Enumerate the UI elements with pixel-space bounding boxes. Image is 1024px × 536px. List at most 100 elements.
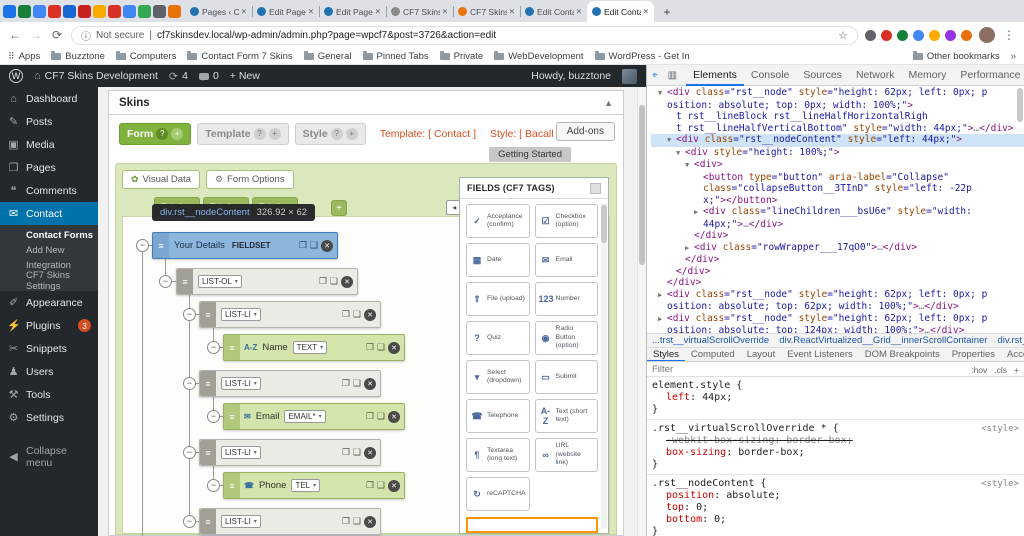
addons-button[interactable]: Add-ons xyxy=(556,122,615,141)
help-badge-icon[interactable]: ? xyxy=(254,128,266,140)
collapse-node-icon[interactable]: − xyxy=(136,239,149,252)
pinned-tab-icon[interactable] xyxy=(63,5,76,18)
duplicate-icon[interactable]: ❏ xyxy=(353,378,361,389)
field-tag-button[interactable]: ✓ Acceptance (confirm) xyxy=(466,204,530,238)
styles-pane-tab[interactable]: Event Listeners xyxy=(781,347,858,362)
bookmark-folder[interactable]: WordPress - Get In xyxy=(595,51,690,62)
tag-select[interactable]: LIST-LI▾ xyxy=(221,446,261,459)
cls-toggle[interactable]: .cls xyxy=(994,365,1007,375)
submenu-item[interactable]: Add New xyxy=(0,243,98,258)
duplicate-icon[interactable]: ❏ xyxy=(377,342,385,353)
browser-tab[interactable]: Edit Page ‹ CF7 Ski ✕ xyxy=(319,1,386,22)
devtools-tab[interactable]: Performance xyxy=(953,65,1024,86)
copy-icon[interactable]: ❐ xyxy=(319,276,327,287)
collapse-menu-button[interactable]: ◀ Collapse menu xyxy=(0,445,98,468)
style-mode-button[interactable]: Style ? + xyxy=(295,123,366,145)
tab-close-icon[interactable]: ✕ xyxy=(308,7,314,16)
field-tag-button[interactable]: ? Quiz xyxy=(466,321,530,355)
help-badge-icon[interactable]: ? xyxy=(156,128,168,140)
new-content-menu[interactable]: + New xyxy=(230,70,260,82)
pinned-tab-icon[interactable] xyxy=(48,5,61,18)
add-badge-icon[interactable]: + xyxy=(346,128,358,140)
collapse-node-icon[interactable]: − xyxy=(159,275,172,288)
delete-icon[interactable]: ✕ xyxy=(321,240,333,252)
tab-close-icon[interactable]: ✕ xyxy=(509,7,515,16)
tag-select[interactable]: LIST-LI▾ xyxy=(221,308,261,321)
dom-scrollbar[interactable] xyxy=(1017,88,1023,331)
tab-close-icon[interactable]: ✕ xyxy=(375,7,381,16)
add-badge-icon[interactable]: + xyxy=(269,128,281,140)
howdy-menu[interactable]: Howdy, buzztone xyxy=(531,70,611,82)
devtools-tab[interactable]: Memory xyxy=(901,65,953,86)
tree-node-fieldset[interactable]: ≡ Your Details FIELDSET ❐ ❏ ✕ xyxy=(152,232,338,259)
extension-icon[interactable] xyxy=(945,30,956,41)
dom-breadcrumb[interactable]: div.ReactVirtualized__Grid__innerScrollC… xyxy=(779,335,987,346)
back-icon[interactable]: ← xyxy=(8,28,22,42)
duplicate-icon[interactable]: ❏ xyxy=(353,309,361,320)
metabox-header[interactable]: Skins ▲ xyxy=(109,91,623,115)
pinned-tab-icon[interactable] xyxy=(123,5,136,18)
bookmark-folder[interactable]: Contact Form 7 Skins xyxy=(187,51,292,62)
inspect-element-icon[interactable]: ⌖ xyxy=(647,70,663,81)
copy-icon[interactable]: ❐ xyxy=(342,516,350,527)
sidebar-item[interactable]: ⚡ Plugins 3 xyxy=(0,314,98,337)
styles-pane-tab[interactable]: Properties xyxy=(946,347,1001,362)
tag-select[interactable]: TEL▾ xyxy=(291,479,320,492)
tag-select[interactable]: EMAIL*▾ xyxy=(284,410,325,423)
drag-handle-icon[interactable]: ≡ xyxy=(177,269,193,294)
omnibox[interactable]: ⓘ Not secure | cf7skinsdev.local/wp-admi… xyxy=(71,26,858,45)
tab-close-icon[interactable]: ✕ xyxy=(643,7,649,16)
tab-close-icon[interactable]: ✕ xyxy=(442,7,448,16)
duplicate-icon[interactable]: ❏ xyxy=(310,240,318,251)
bookmark-star-icon[interactable]: ☆ xyxy=(838,29,848,42)
tree-node-list-li[interactable]: ≡ LIST-LI▾ ❐ ❏ ✕ xyxy=(199,370,381,397)
field-tag-button[interactable]: A-Z Text (short text) xyxy=(535,399,598,433)
field-tag-button[interactable]: ▾ Select (dropdown) xyxy=(466,360,530,394)
tree-node-tel-field[interactable]: ≡ ☎ Phone TEL▾ ❐ ❏ ✕ xyxy=(223,472,405,499)
copy-icon[interactable]: ❐ xyxy=(299,240,307,251)
copy-icon[interactable]: ❐ xyxy=(366,411,374,422)
sidebar-item[interactable]: ♟ Users xyxy=(0,360,98,383)
user-avatar[interactable] xyxy=(622,69,637,84)
tree-node-list-li[interactable]: ≡ LIST-LI▾ ❐ ❏ ✕ xyxy=(199,439,381,466)
sidebar-item[interactable]: ✂ Snippets xyxy=(0,337,98,360)
drag-handle-icon[interactable]: ≡ xyxy=(224,404,240,429)
collapse-node-icon[interactable]: − xyxy=(183,515,196,528)
fields-scrollbar[interactable] xyxy=(601,203,607,529)
styles-pane-tab[interactable]: Styles xyxy=(647,347,685,362)
delete-icon[interactable]: ✕ xyxy=(341,276,353,288)
other-bookmarks[interactable]: Other bookmarks xyxy=(913,51,1000,62)
pinned-tab-icon[interactable] xyxy=(3,5,16,18)
tag-select[interactable]: LIST-OL▾ xyxy=(198,275,242,288)
submenu-item[interactable]: CF7 Skins Settings xyxy=(0,273,98,288)
add-badge-icon[interactable]: + xyxy=(171,128,183,140)
extension-icon[interactable] xyxy=(865,30,876,41)
styles-pane-tab[interactable]: DOM Breakpoints xyxy=(859,347,946,362)
bookmark-folder[interactable]: Computers xyxy=(116,51,176,62)
sidebar-item[interactable]: ▣ Media xyxy=(0,133,98,156)
new-style-rule-icon[interactable]: + xyxy=(1014,365,1019,375)
extension-icon[interactable] xyxy=(881,30,892,41)
site-name-menu[interactable]: ⌂ CF7 Skins Development xyxy=(34,70,158,82)
tab-close-icon[interactable]: ✕ xyxy=(241,7,247,16)
bookmark-folder[interactable]: Private xyxy=(440,51,484,62)
copy-icon[interactable]: ❐ xyxy=(342,378,350,389)
hov-toggle[interactable]: :hov xyxy=(971,365,987,375)
extension-icon[interactable] xyxy=(961,30,972,41)
tag-select[interactable]: LIST-LI▾ xyxy=(221,515,261,528)
drag-handle-icon[interactable]: ≡ xyxy=(200,371,216,396)
devtools-tab[interactable]: Console xyxy=(744,65,797,86)
drag-handle-icon[interactable]: ≡ xyxy=(200,302,216,327)
duplicate-icon[interactable]: ❏ xyxy=(377,411,385,422)
extension-icon[interactable] xyxy=(929,30,940,41)
delete-icon[interactable]: ✕ xyxy=(364,309,376,321)
duplicate-icon[interactable]: ❏ xyxy=(353,516,361,527)
tree-node-list-li[interactable]: ≡ LIST-LI▾ ❐ ❏ ✕ xyxy=(199,508,381,535)
duplicate-icon[interactable]: ❏ xyxy=(330,276,338,287)
pinned-tab-icon[interactable] xyxy=(138,5,151,18)
styles-pane-tab[interactable]: Accessibility xyxy=(1001,347,1024,362)
profile-avatar[interactable] xyxy=(979,27,995,43)
bookmark-folder[interactable]: Pinned Tabs xyxy=(363,51,429,62)
pinned-tab-icon[interactable] xyxy=(153,5,166,18)
bookmark-folder[interactable]: WebDevelopment xyxy=(494,51,583,62)
